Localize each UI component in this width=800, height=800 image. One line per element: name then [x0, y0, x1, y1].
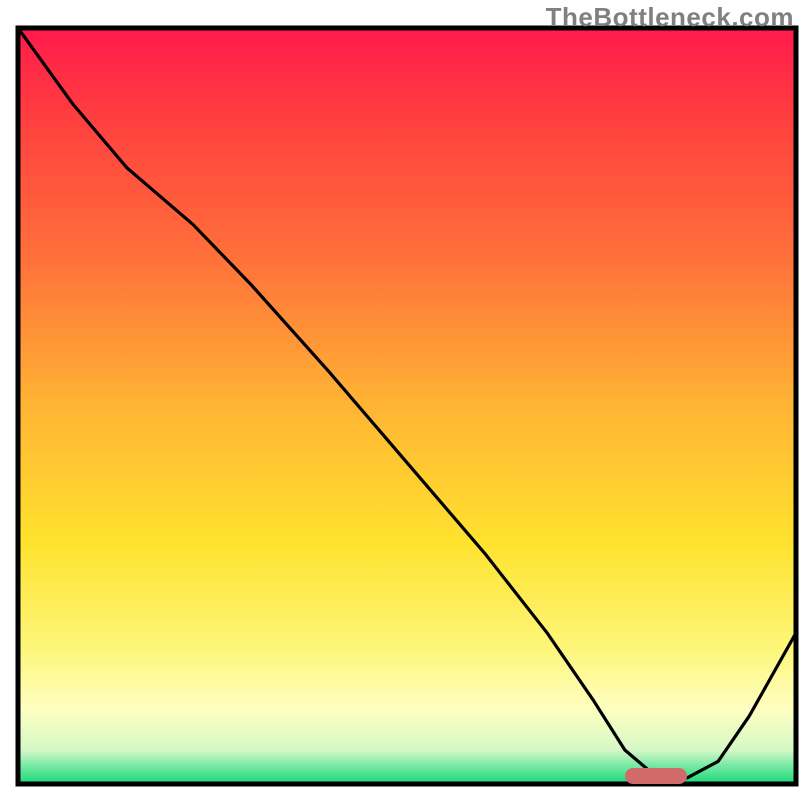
plot-svg — [0, 0, 800, 800]
optimal-range-marker — [625, 768, 687, 784]
watermark-label: TheBottleneck.com — [546, 2, 794, 33]
plot-background — [18, 28, 796, 784]
bottleneck-chart: TheBottleneck.com — [0, 0, 800, 800]
